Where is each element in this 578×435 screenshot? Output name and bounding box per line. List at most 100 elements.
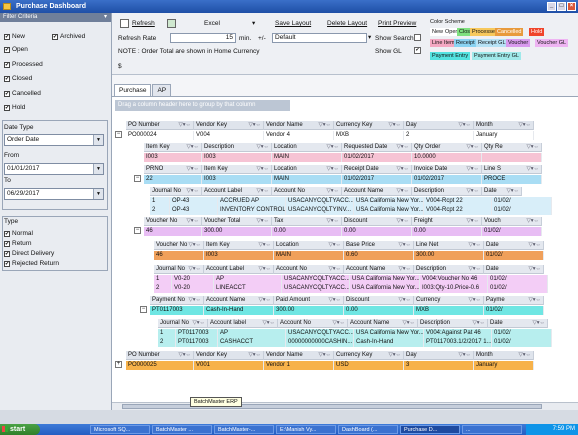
filter-icon[interactable]: ▽▾⇔ [469,296,482,305]
direct-delivery-checkbox[interactable]: ✔ Direct Delivery [4,250,54,257]
column-header[interactable]: Voucher Total ▽▾⇔ [202,217,272,226]
column-header[interactable]: Base Price ▽▾⇔ [344,241,414,250]
filter-icon[interactable]: ▽▾⇔ [397,143,410,152]
collapse-icon[interactable]: − [134,175,141,182]
filter-icon[interactable]: ▽▾⇔ [189,265,202,274]
filter-icon[interactable]: ▽▾⇔ [399,296,412,305]
column-header[interactable]: Account Name ▽▾⇔ [344,265,414,274]
filter-icon[interactable]: ▽▾⇔ [467,217,480,226]
column-header[interactable]: Currency Key ▽▾⇔ [334,351,404,360]
column-header[interactable]: Journal No ▽▾⇔ [154,265,204,274]
filter-icon[interactable]: ▽▾⇔ [467,143,480,152]
taskbar-button[interactable]: BatchMaster-... [214,425,274,434]
filter-icon[interactable]: ▽▾⇔ [249,351,262,360]
payment-row[interactable]: PT0117003 Cash-In-Hand 300.00 0.00 MXB 01/02/ [150,306,544,315]
filter-icon[interactable]: ▽▾⇔ [187,187,200,196]
column-header[interactable]: Account No ▽▾⇔ [278,319,348,328]
column-header[interactable]: Account label ▽▾⇔ [208,319,278,328]
receipt-header-row[interactable]: PRNO ▽▾⇔ Item Key ▽▾⇔ Location ▽▾⇔ Receipt Dat… [144,165,542,174]
filter-icon[interactable]: ▽▾⇔ [257,187,270,196]
filter-icon[interactable]: ▽▾⇔ [187,217,200,226]
filter-icon[interactable]: ▽▾⇔ [259,265,272,274]
receipt-gl-row[interactable]: 1 OP-43 ACCRUED AP USACANYCQLTYACC... USA Ca… [150,197,552,206]
column-header[interactable]: Account No ▽▾⇔ [272,187,342,196]
filter-icon[interactable]: ▽▾⇔ [397,217,410,226]
column-header[interactable]: Tax ▽▾⇔ [272,217,342,226]
receipt-gl-header-row[interactable]: Journal No ▽▾⇔ Account Label ▽▾⇔ Account No ▽… [150,187,522,196]
collapse-icon[interactable]: − [140,306,147,313]
show-gl-checkbox[interactable]: ✔ [414,47,421,54]
filter-icon[interactable]: ▽▾⇔ [397,187,410,196]
column-header[interactable]: Account Name ▽▾⇔ [204,296,274,305]
column-header[interactable]: Invoice Date ▽▾⇔ [412,165,482,174]
voucher-gl-row[interactable]: 1 V0-20 AP USACANYCQLTYACC... USA California… [154,275,548,284]
payment-gl-row[interactable]: 1 PT0117003 AP USACANYCQLTYACC... USA Califo… [158,329,552,338]
delete-layout-button[interactable]: Delete Layout [327,20,367,27]
filter-icon[interactable]: ▽▾⇔ [529,241,542,250]
column-header[interactable]: Location ▽▾⇔ [272,165,342,174]
filter-icon[interactable]: ▽▾⇔ [469,265,482,274]
filter-icon[interactable]: ▽▾⇔ [399,265,412,274]
payment-gl-header-row[interactable]: Journal No ▽▾⇔ Account label ▽▾⇔ Account No ▽… [158,319,548,328]
filter-icon[interactable]: ▽▾⇔ [257,143,270,152]
processed-checkbox[interactable]: ✔ Processed [4,61,43,68]
filter-icon[interactable]: ▽▾⇔ [389,121,402,130]
filter-icon[interactable]: ▽▾⇔ [189,241,202,250]
chevron-down-icon[interactable]: ▼ [93,164,103,174]
column-header[interactable]: Month ▽▾⇔ [474,121,534,130]
column-header[interactable]: Vouch ▽▾⇔ [482,217,542,226]
return-checkbox[interactable]: ✔ Return [4,240,32,247]
column-header[interactable]: Description ▽▾⇔ [202,143,272,152]
from-date-field[interactable]: 01/01/2017 ▼ [4,163,104,175]
taskbar-button[interactable]: ... [462,425,522,434]
column-header[interactable]: Payme ▽▾⇔ [484,296,544,305]
column-header[interactable]: Discount ▽▾⇔ [344,296,414,305]
expand-icon[interactable]: + [115,361,122,368]
chevron-down-icon[interactable]: ▼ [93,189,103,199]
voucher-header-row[interactable]: Voucher No ▽▾⇔ Voucher Total ▽▾⇔ Tax ▽▾⇔ Disco… [144,217,542,226]
collapse-icon[interactable]: − [134,227,141,234]
filter-icon[interactable]: ▽▾⇔ [529,296,542,305]
column-header[interactable]: Voucher No ▽▾⇔ [154,241,204,250]
date-type-select[interactable]: Order Date ▼ [4,134,104,146]
column-header[interactable]: Description ▽▾⇔ [418,319,488,328]
chevron-down-icon[interactable]: ▼ [93,135,103,145]
column-header[interactable]: Receipt Date ▽▾⇔ [342,165,412,174]
column-header[interactable]: Account Label ▽▾⇔ [204,265,274,274]
filter-icon[interactable]: ▽▾⇔ [397,165,410,174]
po-header-row[interactable]: PO Number ▽▾⇔ Vendor Key ▽▾⇔ Vendor Name ▽▾⇔ C… [126,121,534,130]
filter-icon[interactable]: ▽▾⇔ [327,187,340,196]
column-header[interactable]: Journal No ▽▾⇔ [158,319,208,328]
filter-icon[interactable]: ▽▾⇔ [529,265,542,274]
closed-checkbox[interactable]: ✔ Closed [4,75,32,82]
payment-header-row[interactable]: Payment No ▽▾⇔ Account Name ▽▾⇔ Paid Amount ▽… [150,296,544,305]
column-header[interactable]: Vendor Key ▽▾⇔ [194,121,264,130]
column-header[interactable]: PO Number ▽▾⇔ [126,121,194,130]
filter-icon[interactable]: ▽▾⇔ [257,217,270,226]
voucher-line-row[interactable]: 46 I003 MAIN 0.60 300.00 01/02/ [154,251,544,260]
column-header[interactable]: Item Key ▽▾⇔ [144,143,202,152]
line-item-row[interactable]: I003 I003 MAIN 01/02/2017 10.0000 [144,153,542,162]
line-item-header-row[interactable]: Item Key ▽▾⇔ Description ▽▾⇔ Location ▽▾⇔ Requ… [144,143,542,152]
rejected-return-checkbox[interactable]: ✔ Rejected Return [4,260,59,267]
refresh-button[interactable]: Refresh [132,20,155,27]
filter-icon[interactable]: ▽▾⇔ [473,319,486,328]
column-header[interactable]: Location ▽▾⇔ [272,143,342,152]
filter-icon[interactable]: ▽▾⇔ [179,121,192,130]
filter-icon[interactable]: ▽▾⇔ [507,187,520,196]
filter-icon[interactable]: ▽▾⇔ [327,217,340,226]
column-header[interactable]: Description ▽▾⇔ [412,187,482,196]
archived-checkbox[interactable]: ✔ Archived [52,33,85,40]
filter-icon[interactable]: ▽▾⇔ [179,351,192,360]
filter-icon[interactable]: ▽▾⇔ [399,241,412,250]
po-header-row[interactable]: PO Number ▽▾⇔ Vendor Key ▽▾⇔ Vendor Name ▽▾⇔ C… [126,351,534,360]
column-header[interactable]: Line Net ▽▾⇔ [414,241,484,250]
filter-icon[interactable]: ▽▾⇔ [189,296,202,305]
column-header[interactable]: Location ▽▾⇔ [274,241,344,250]
filter-icon[interactable]: ▽▾⇔ [467,187,480,196]
column-header[interactable]: Vendor Key ▽▾⇔ [194,351,264,360]
column-header[interactable]: Freight ▽▾⇔ [412,217,482,226]
taskbar-button[interactable]: Microsoft SQ... [90,425,150,434]
scrollbar-thumb[interactable] [122,404,542,409]
column-header[interactable]: Account Name ▽▾⇔ [342,187,412,196]
